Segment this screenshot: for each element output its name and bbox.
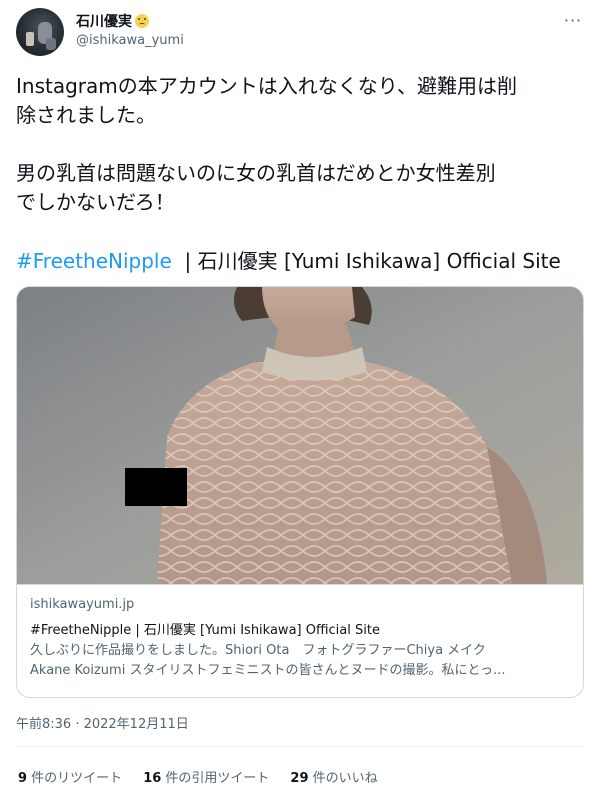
card-domain: ishikawayumi.jp [30, 597, 135, 612]
card-photo [17, 287, 583, 584]
card-description: 久しぶりに作品撮りをしました。Shiori Ota フォトグラファーChiya … [30, 641, 570, 681]
card-title: #FreetheNipple | 石川優実 [Yumi Ishikawa] Of… [30, 623, 380, 638]
tweet-line: でしかないだろ！ [16, 190, 175, 214]
retweets-stat[interactable]: 9 件のリツイート [18, 767, 122, 786]
hashtag-link[interactable]: #FreetheNipple [16, 249, 172, 273]
likes-stat[interactable]: 29 件のいいね [290, 767, 377, 786]
tweet-line: 除されました。 [16, 103, 156, 127]
link-card[interactable]: ishikawayumi.jp #FreetheNipple | 石川優実 [Y… [16, 286, 584, 698]
author-name-row[interactable]: 石川優実 [76, 11, 149, 31]
likes-label: 件のいいね [308, 771, 378, 786]
display-name[interactable]: 石川優実 [76, 11, 132, 31]
avatar[interactable] [16, 8, 64, 56]
divider [16, 746, 585, 747]
tweet: 石川優実 @ishikawa_yumi ··· Instagramの本アカウント… [0, 0, 601, 795]
retweets-count: 9 [18, 771, 28, 786]
card-description-line: 久しぶりに作品撮りをしました。Shiori Ota フォトグラファーChiya … [30, 643, 486, 658]
quotes-label: 件の引用ツイート [161, 771, 270, 786]
tweet-line: 男の乳首は問題ないのに女の乳首はだめとか女性差別 [16, 161, 496, 185]
retweets-label: 件のリツイート [27, 771, 123, 786]
pleading-face-emoji-icon [135, 14, 149, 28]
likes-count: 29 [290, 771, 309, 786]
tweet-text: Instagramの本アカウントは入れなくなり、避難用は削 除されました。 男の… [16, 72, 588, 217]
user-handle[interactable]: @ishikawa_yumi [76, 33, 184, 48]
card-description-line: Akane Koizumi スタイリストフェミニストの皆さんとヌードの撮影。私に… [30, 663, 506, 678]
tweet-line: Instagramの本アカウントは入れなくなり、避難用は削 [16, 74, 517, 98]
card-image[interactable] [17, 287, 583, 584]
more-horizontal-icon: ··· [563, 10, 583, 30]
more-options-button[interactable]: ··· [560, 10, 586, 30]
card-info[interactable]: ishikawayumi.jp #FreetheNipple | 石川優実 [Y… [17, 584, 583, 697]
tweet-timestamp[interactable]: 午前8:36 · 2022年12月11日 [16, 713, 189, 732]
hashtag-line: #FreetheNipple | 石川優実 [Yumi Ishikawa] Of… [16, 247, 588, 276]
quotes-count: 16 [143, 771, 162, 786]
quotes-stat[interactable]: 16 件の引用ツイート [143, 767, 269, 786]
hashtag-suffix: | 石川優実 [Yumi Ishikawa] Official Site [171, 249, 561, 273]
engagement-stats: 9 件のリツイート 16 件の引用ツイート 29 件のいいね [18, 767, 399, 786]
